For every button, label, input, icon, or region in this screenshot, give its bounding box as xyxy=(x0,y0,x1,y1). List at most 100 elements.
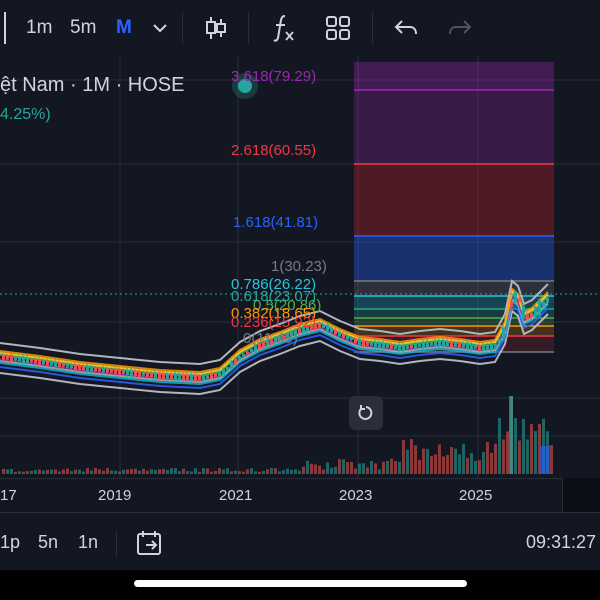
undo-icon[interactable] xyxy=(390,12,422,44)
time-label: 17 xyxy=(0,487,17,504)
interval-1m-button[interactable]: 1m xyxy=(26,14,52,42)
volume-bar xyxy=(466,458,469,474)
fib-level-label: 2.618(60.55) xyxy=(231,142,316,160)
volume-bar xyxy=(314,464,317,474)
bottom-bar: 1p 5n 1n 09:31:27 xyxy=(0,512,600,571)
volume-bar xyxy=(42,471,45,474)
candle-body xyxy=(522,306,525,319)
volume-bar xyxy=(114,471,117,474)
volume-bar xyxy=(550,445,553,474)
volume-bar xyxy=(98,469,101,474)
interval-month-button[interactable]: M xyxy=(116,14,132,42)
volume-bar xyxy=(38,470,41,474)
candles-icon[interactable] xyxy=(200,12,232,44)
candle-body xyxy=(238,356,241,359)
candle-body xyxy=(394,345,397,349)
volume-bar xyxy=(442,456,445,474)
volume-bar xyxy=(540,446,550,474)
volume-bar xyxy=(266,469,269,474)
volume-bar xyxy=(494,444,497,474)
candle-body xyxy=(326,325,329,332)
volume-bar xyxy=(446,455,449,474)
interval-5m-button[interactable]: 5m xyxy=(70,14,96,42)
candle-body xyxy=(482,345,485,351)
candle-body xyxy=(2,355,5,359)
candle-body xyxy=(190,374,193,381)
redo-icon[interactable] xyxy=(444,12,476,44)
home-indicator[interactable] xyxy=(134,580,467,587)
candle-body xyxy=(366,342,369,345)
range-5n-button[interactable]: 5n xyxy=(38,532,58,553)
fib-zone xyxy=(354,281,554,296)
volume-bar xyxy=(398,462,401,474)
volume-bar xyxy=(294,469,297,474)
candle-body xyxy=(210,373,213,378)
candle-body xyxy=(374,342,377,348)
volume-bar xyxy=(298,471,301,474)
candle-body xyxy=(150,373,153,377)
candle-body xyxy=(14,357,17,360)
candle-body xyxy=(206,375,209,378)
candle-body xyxy=(102,368,105,372)
volume-bar xyxy=(202,468,205,474)
volume-bar xyxy=(386,461,389,474)
candle-body xyxy=(322,324,325,328)
volume-bar xyxy=(206,469,209,474)
candle-body xyxy=(26,357,29,363)
candle-body xyxy=(378,342,381,348)
volume-bar xyxy=(70,471,73,474)
volume-bar xyxy=(326,462,329,474)
volume-bar xyxy=(458,454,461,474)
candle-body xyxy=(418,344,421,347)
volume-bar xyxy=(82,472,85,474)
candle-body xyxy=(490,344,493,350)
volume-bar xyxy=(378,469,381,474)
volume-bar xyxy=(482,452,485,474)
toolbar-divider xyxy=(182,12,183,44)
range-1p-button[interactable]: 1p xyxy=(0,532,20,553)
candle-body xyxy=(198,376,201,380)
volume-bar xyxy=(242,472,245,474)
range-1n-button[interactable]: 1n xyxy=(78,532,98,553)
axis-corner xyxy=(562,478,600,512)
fib-level-label: 1(30.23) xyxy=(271,258,327,276)
clock: 09:31:27 xyxy=(526,532,596,553)
candle-body xyxy=(226,367,229,370)
volume-bar xyxy=(174,468,177,474)
candle-body xyxy=(410,345,413,348)
candle-body xyxy=(18,357,21,361)
volume-bar xyxy=(318,466,321,474)
candle-body xyxy=(94,368,97,371)
time-label: 2021 xyxy=(219,487,252,504)
volume-bar xyxy=(350,462,353,474)
volume-bar xyxy=(286,469,289,474)
candle-body xyxy=(114,369,117,373)
volume-bars xyxy=(2,396,553,474)
volume-bar xyxy=(290,470,293,474)
volume-bar xyxy=(22,472,25,474)
symbol-title[interactable]: ệt Nam · 1M · HOSE xyxy=(0,74,184,97)
candle-body xyxy=(422,342,425,348)
volume-bar xyxy=(358,464,361,474)
time-axis[interactable]: 17 2019 2021 2023 2025 xyxy=(0,478,600,513)
volume-bar xyxy=(390,459,393,474)
time-label: 2025 xyxy=(459,487,492,504)
layout-grid-icon[interactable] xyxy=(322,12,354,44)
volume-bar xyxy=(170,468,173,474)
volume-bar xyxy=(6,470,9,474)
indicators-icon[interactable] xyxy=(268,12,300,44)
candle-body xyxy=(214,373,217,376)
volume-bar xyxy=(62,470,65,474)
candle-body xyxy=(126,370,129,375)
candle-body xyxy=(466,342,469,349)
volume-bar xyxy=(134,469,137,474)
reset-chart-button[interactable] xyxy=(349,396,383,430)
fib-zone xyxy=(354,62,554,90)
fib-zone xyxy=(354,90,554,164)
toolbar-edge-bar xyxy=(4,12,6,44)
go-to-date-icon[interactable] xyxy=(134,527,166,559)
volume-bar xyxy=(250,468,253,474)
candle-body xyxy=(542,302,545,306)
candle-body xyxy=(502,327,505,339)
chevron-down-icon[interactable] xyxy=(144,12,176,44)
